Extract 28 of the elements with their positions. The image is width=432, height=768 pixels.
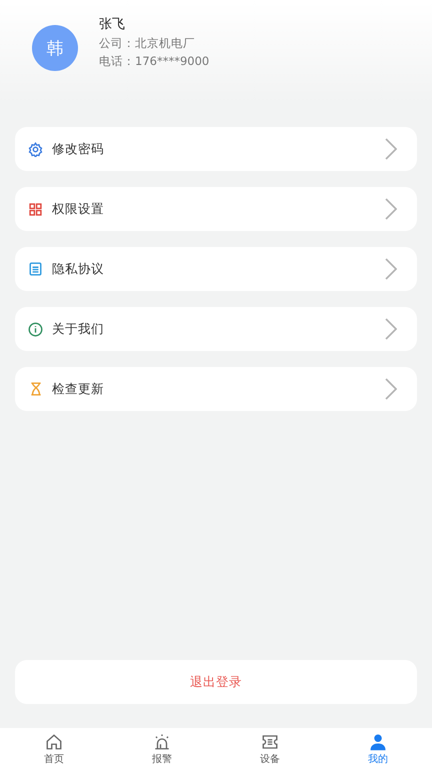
avatar: 韩 — [32, 25, 78, 71]
person-icon — [369, 733, 387, 751]
settings-icon — [28, 142, 43, 156]
menu-item[interactable]: 关于我们 — [15, 307, 417, 351]
hourglass-icon — [30, 382, 42, 396]
document-icon — [29, 262, 42, 276]
chevron-icon — [385, 378, 397, 400]
menu-item[interactable]: 修改密码 — [15, 127, 417, 171]
menu-item[interactable]: 隐私协议 — [15, 247, 417, 291]
user-name: 张飞 — [99, 16, 126, 34]
chevron-icon — [385, 318, 397, 340]
menu-item[interactable]: 检查更新 — [15, 367, 417, 411]
info-icon — [28, 322, 43, 336]
ticket-icon — [261, 733, 279, 751]
grid-icon — [29, 202, 42, 216]
menu-item[interactable]: 权限设置 — [15, 187, 417, 231]
tab[interactable]: 我的 — [324, 728, 432, 768]
logout-button[interactable]: 退出登录 — [15, 660, 417, 704]
chevron-icon — [385, 198, 397, 220]
alarm-icon — [153, 733, 171, 751]
tab[interactable]: 首页 — [0, 728, 108, 768]
home-icon — [45, 733, 63, 751]
chevron-icon — [385, 258, 397, 280]
company-text: 公司：北京机电厂 — [99, 35, 196, 52]
chevron-icon — [385, 138, 397, 160]
tab[interactable]: 设备 — [216, 728, 324, 768]
tab[interactable]: 报警 — [108, 728, 216, 768]
phone-text: 电话：176****9000 — [99, 53, 210, 70]
